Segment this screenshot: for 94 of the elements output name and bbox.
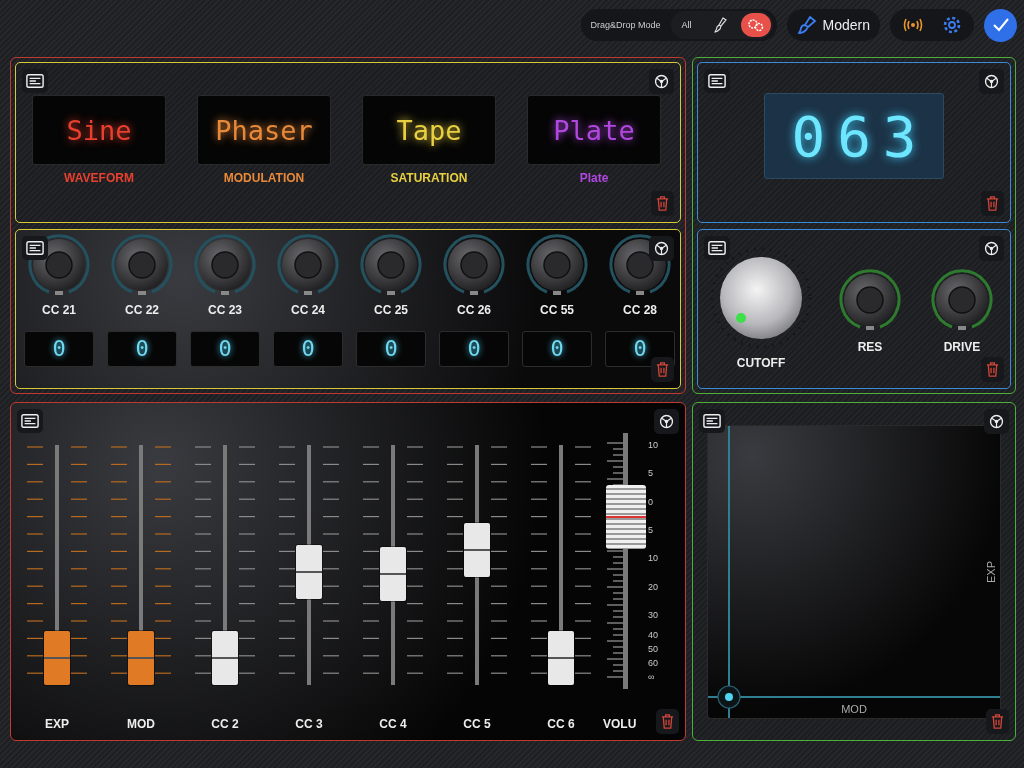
scale-label: 30 xyxy=(648,609,658,621)
gear-icon[interactable] xyxy=(984,409,1009,434)
knob[interactable] xyxy=(525,232,589,297)
fader-handle[interactable] xyxy=(380,547,406,602)
fader-handle[interactable] xyxy=(548,631,574,685)
knob-label: CC 25 xyxy=(374,302,408,317)
checkmark-icon xyxy=(991,17,1010,33)
mode-label: Drag&Drop Mode xyxy=(590,20,661,30)
trash-icon[interactable] xyxy=(981,190,1004,216)
card-icon[interactable] xyxy=(704,235,730,260)
display-label: WAVEFORM xyxy=(64,171,134,185)
value-display: 0 xyxy=(24,330,94,367)
gear-icon[interactable] xyxy=(979,235,1004,261)
display-label: Plate xyxy=(579,171,609,185)
text-display[interactable]: Tape xyxy=(362,95,496,165)
fader-label: CC 3 xyxy=(295,717,323,731)
fader-label: MOD xyxy=(127,717,155,731)
fader-handle[interactable] xyxy=(44,631,70,685)
value-display: 0 xyxy=(273,330,343,367)
knob-label: CC 21 xyxy=(42,302,76,317)
scale-label: 5 xyxy=(648,467,653,480)
knob[interactable] xyxy=(442,232,506,297)
scale-label: 40 xyxy=(648,629,658,642)
knob[interactable] xyxy=(838,267,902,332)
knob-label: CUTOFF xyxy=(736,355,786,370)
knob[interactable] xyxy=(608,232,672,297)
brush-icon xyxy=(713,17,728,33)
scale-label: ∞ xyxy=(648,671,655,684)
scale-label: 10 xyxy=(648,439,658,452)
knob-label: RES xyxy=(857,339,883,354)
fader-label: EXP xyxy=(45,717,69,731)
scale-label: 50 xyxy=(648,643,658,656)
fader-handle[interactable] xyxy=(296,545,322,600)
card-icon[interactable] xyxy=(704,69,730,93)
xy-puck[interactable] xyxy=(717,685,741,709)
gear-icon[interactable] xyxy=(649,235,674,261)
scale-label: 20 xyxy=(648,580,658,593)
value-display: 0 xyxy=(356,330,426,367)
scale-label: 0 xyxy=(648,495,653,508)
number-display: 063 xyxy=(764,93,944,179)
value-display: 0 xyxy=(605,330,675,367)
scale-label: 60 xyxy=(648,657,658,670)
confirm-button[interactable] xyxy=(984,8,1017,42)
card-icon[interactable] xyxy=(17,409,43,433)
knob[interactable] xyxy=(27,232,91,297)
value-display: 0 xyxy=(107,330,177,367)
brush-icon xyxy=(796,15,817,35)
gears-option[interactable] xyxy=(740,13,771,37)
metal-knob[interactable] xyxy=(709,245,813,350)
gear-icon[interactable] xyxy=(649,69,674,94)
fader-label: CC 4 xyxy=(379,717,407,731)
fader-label: CC 6 xyxy=(547,717,575,731)
fader-handle[interactable] xyxy=(464,523,490,578)
text-display[interactable]: Phaser xyxy=(197,95,331,165)
settings-icon[interactable] xyxy=(942,15,962,35)
knob-label: CC 26 xyxy=(457,302,491,317)
trash-icon[interactable] xyxy=(986,709,1009,734)
trash-icon[interactable] xyxy=(651,357,674,382)
knob-label: CC 55 xyxy=(540,302,574,317)
trash-icon[interactable] xyxy=(981,357,1004,382)
text-display[interactable]: Sine xyxy=(32,95,166,165)
text-display[interactable]: Plate xyxy=(527,95,661,165)
theme-button[interactable]: Modern xyxy=(786,9,880,41)
scale-label: 10 xyxy=(648,552,658,565)
x-axis-label: MOD xyxy=(840,703,868,715)
gear-icon[interactable] xyxy=(654,409,679,434)
trash-icon[interactable] xyxy=(656,709,679,734)
card-icon[interactable] xyxy=(699,409,725,433)
fader-label: CC 2 xyxy=(211,717,239,731)
wireless-icon[interactable] xyxy=(902,17,924,33)
value-display: 0 xyxy=(439,330,509,367)
knob[interactable] xyxy=(930,267,994,332)
value-display: 0 xyxy=(190,330,260,367)
knob-label: CC 28 xyxy=(623,302,657,317)
card-icon[interactable] xyxy=(22,235,48,260)
y-axis-label: EXP xyxy=(985,561,997,583)
knob-label: CC 22 xyxy=(125,302,159,317)
fader-label: VOLU xyxy=(603,717,637,731)
gear-icon[interactable] xyxy=(979,69,1004,94)
card-icon[interactable] xyxy=(22,69,48,93)
trash-icon[interactable] xyxy=(651,190,674,216)
knob-label: CC 24 xyxy=(291,302,325,317)
value-display: 0 xyxy=(522,330,592,367)
volume-handle[interactable] xyxy=(606,484,646,549)
xy-pad[interactable]: MOD EXP xyxy=(707,425,1001,719)
fader-handle[interactable] xyxy=(212,631,238,685)
display-label: MODULATION xyxy=(223,171,305,185)
display-label: SATURATION xyxy=(390,171,468,185)
knob-label: DRIVE xyxy=(943,339,981,354)
gears-icon xyxy=(746,18,765,32)
scale-label: 5 xyxy=(648,524,653,536)
knob-label: CC 23 xyxy=(208,302,242,317)
fader-handle[interactable] xyxy=(128,631,154,685)
fader-label: CC 5 xyxy=(463,717,491,731)
